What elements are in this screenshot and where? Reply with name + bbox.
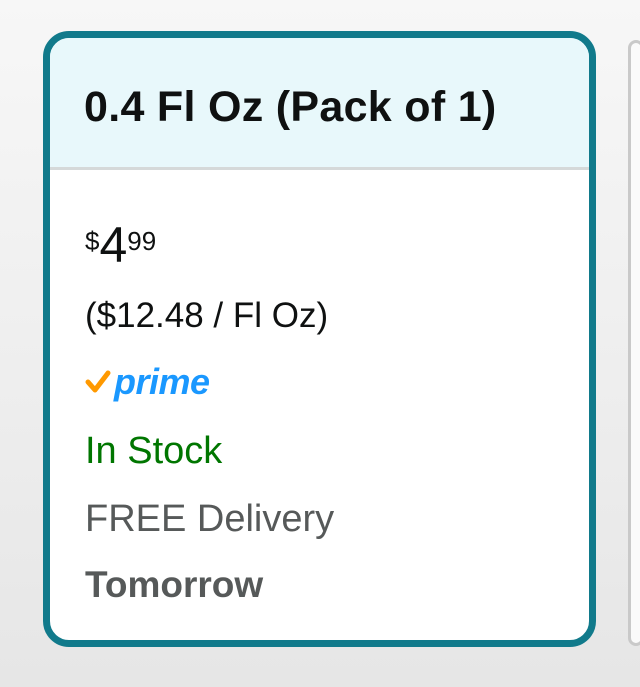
delivery-text: FREE Delivery <box>85 498 335 540</box>
card-header: 0.4 Fl Oz (Pack of 1) <box>50 38 589 170</box>
availability-status: In Stock <box>85 430 223 472</box>
option-title: 0.4 Fl Oz (Pack of 1) <box>84 83 497 131</box>
price-whole: 4 <box>99 217 128 273</box>
price: $499 <box>85 220 156 270</box>
price-fraction: 99 <box>127 226 157 256</box>
prime-badge: prime <box>85 361 210 402</box>
unit-price: ($12.48 / Fl Oz) <box>85 296 329 335</box>
adjacent-option-card-edge[interactable] <box>628 40 640 646</box>
price-currency-symbol: $ <box>85 226 100 256</box>
size-option-card[interactable]: 0.4 Fl Oz (Pack of 1) $499 ($12.48 / Fl … <box>43 31 596 647</box>
checkmark-icon <box>85 370 111 393</box>
prime-label: prime <box>114 361 210 402</box>
delivery-date: Tomorrow <box>85 564 264 605</box>
